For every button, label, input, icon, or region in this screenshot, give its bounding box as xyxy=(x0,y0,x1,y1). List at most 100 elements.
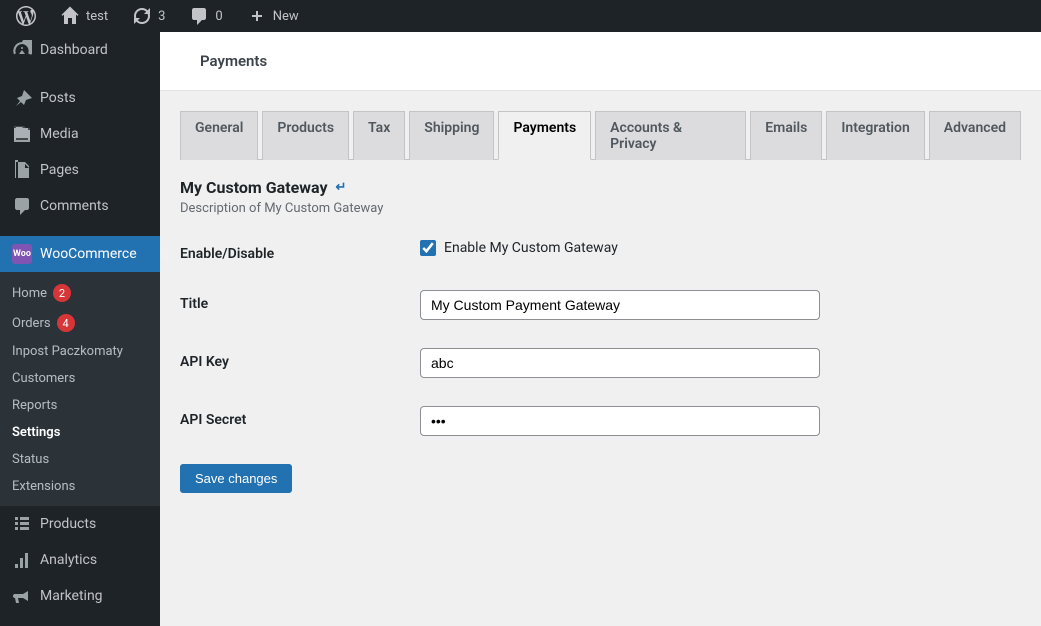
enable-checkbox[interactable] xyxy=(420,240,436,256)
sidebar-item-posts[interactable]: Posts xyxy=(0,80,160,116)
submenu-label: Orders xyxy=(12,316,51,331)
comments-icon xyxy=(12,196,32,216)
tab-label: Payments xyxy=(513,120,576,136)
settings-tabs: General Products Tax Shipping Payments A… xyxy=(180,111,1021,160)
pages-icon xyxy=(12,160,32,180)
submenu-item-orders[interactable]: Orders 4 xyxy=(0,308,160,338)
tab-emails[interactable]: Emails xyxy=(750,111,822,160)
media-icon xyxy=(12,124,32,144)
title-input[interactable] xyxy=(420,290,820,320)
submenu-item-settings[interactable]: Settings xyxy=(0,419,160,446)
enable-checkbox-label[interactable]: Enable My Custom Gateway xyxy=(420,240,1021,256)
page-header: Payments xyxy=(160,32,1041,91)
sidebar-item-label: Analytics xyxy=(40,552,97,568)
back-link-icon[interactable]: ↵ xyxy=(336,180,347,195)
update-icon xyxy=(132,6,152,26)
tab-general[interactable]: General xyxy=(180,111,258,160)
main-content: Payments General Products Tax Shipping P… xyxy=(160,32,1041,626)
submenu-label: Settings xyxy=(12,425,60,440)
submenu-item-inpost[interactable]: Inpost Paczkomaty xyxy=(0,338,160,365)
comments-icon xyxy=(189,6,209,26)
submenu-label: Extensions xyxy=(12,479,75,494)
apikey-input[interactable] xyxy=(420,348,820,378)
comments-count: 0 xyxy=(215,9,222,24)
submenu-item-extensions[interactable]: Extensions xyxy=(0,473,160,500)
sidebar-item-dashboard[interactable]: Dashboard xyxy=(0,32,160,68)
badge-count: 2 xyxy=(53,284,71,302)
site-name-link[interactable]: test xyxy=(52,0,116,32)
tab-products[interactable]: Products xyxy=(262,111,349,160)
tab-advanced[interactable]: Advanced xyxy=(929,111,1021,160)
site-name: test xyxy=(86,9,108,24)
tab-label: Advanced xyxy=(944,120,1006,136)
submenu-label: Reports xyxy=(12,398,57,413)
admin-toolbar: test 3 0 New xyxy=(0,0,1041,32)
submenu-label: Customers xyxy=(12,371,75,386)
pin-icon xyxy=(12,88,32,108)
submenu-item-reports[interactable]: Reports xyxy=(0,392,160,419)
products-icon xyxy=(12,514,32,534)
tab-payments[interactable]: Payments xyxy=(498,111,591,160)
submenu-label: Status xyxy=(12,452,49,467)
save-button[interactable]: Save changes xyxy=(180,464,292,493)
tab-shipping[interactable]: Shipping xyxy=(409,111,494,160)
tab-label: General xyxy=(195,120,243,136)
sidebar-item-media[interactable]: Media xyxy=(0,116,160,152)
sidebar-item-woocommerce[interactable]: Woo WooCommerce xyxy=(0,236,160,272)
save-button-label: Save changes xyxy=(195,471,277,486)
sidebar-item-label: Marketing xyxy=(40,588,103,604)
field-label-apikey: API Key xyxy=(180,348,420,370)
tab-integration[interactable]: Integration xyxy=(826,111,924,160)
megaphone-icon xyxy=(12,586,32,606)
tab-label: Shipping xyxy=(424,120,479,136)
submenu-label: Inpost Paczkomaty xyxy=(12,344,123,359)
sidebar-item-products[interactable]: Products xyxy=(0,506,160,542)
sidebar-item-label: Comments xyxy=(40,198,109,214)
section-title-text: My Custom Gateway xyxy=(180,178,328,197)
submenu-item-home[interactable]: Home 2 xyxy=(0,278,160,308)
badge-count: 4 xyxy=(57,314,75,332)
new-label: New xyxy=(273,9,299,24)
sidebar-item-label: WooCommerce xyxy=(40,246,137,262)
submenu-item-customers[interactable]: Customers xyxy=(0,365,160,392)
wp-logo[interactable] xyxy=(8,0,44,32)
sidebar-item-label: Posts xyxy=(40,90,76,106)
sidebar-item-analytics[interactable]: Analytics xyxy=(0,542,160,578)
admin-sidebar: Dashboard Posts Media Pages Comments Woo… xyxy=(0,32,160,626)
field-label-enable: Enable/Disable xyxy=(180,240,420,262)
field-label-apisecret: API Secret xyxy=(180,406,420,428)
wordpress-icon xyxy=(16,6,36,26)
settings-form: Enable/Disable Enable My Custom Gateway … xyxy=(180,240,1021,436)
sidebar-item-label: Dashboard xyxy=(40,42,108,58)
sidebar-item-comments[interactable]: Comments xyxy=(0,188,160,224)
page-title: Payments xyxy=(200,52,267,70)
field-label-title: Title xyxy=(180,290,420,312)
sidebar-item-label: Media xyxy=(40,126,79,142)
submenu-item-status[interactable]: Status xyxy=(0,446,160,473)
new-content-link[interactable]: New xyxy=(239,0,307,32)
apisecret-input[interactable] xyxy=(420,406,820,436)
section-description: Description of My Custom Gateway xyxy=(180,201,1021,216)
home-icon xyxy=(60,6,80,26)
section-title: My Custom Gateway ↵ xyxy=(180,178,1021,197)
tab-label: Integration xyxy=(841,120,909,136)
tab-label: Tax xyxy=(368,120,390,136)
tab-label: Accounts & Privacy xyxy=(610,120,682,152)
sidebar-item-pages[interactable]: Pages xyxy=(0,152,160,188)
woocommerce-icon: Woo xyxy=(12,244,32,264)
plus-icon xyxy=(247,6,267,26)
tab-label: Products xyxy=(277,120,334,136)
checkbox-text: Enable My Custom Gateway xyxy=(444,240,618,256)
tab-tax[interactable]: Tax xyxy=(353,111,405,160)
comments-link[interactable]: 0 xyxy=(181,0,230,32)
woocommerce-submenu: Home 2 Orders 4 Inpost Paczkomaty Custom… xyxy=(0,272,160,506)
sidebar-item-label: Products xyxy=(40,516,96,532)
tab-label: Emails xyxy=(765,120,807,136)
submenu-label: Home xyxy=(12,286,47,301)
tab-accounts[interactable]: Accounts & Privacy xyxy=(595,111,746,160)
sidebar-item-marketing[interactable]: Marketing xyxy=(0,578,160,614)
updates-count: 3 xyxy=(158,9,165,24)
analytics-icon xyxy=(12,550,32,570)
dashboard-icon xyxy=(12,40,32,60)
updates-link[interactable]: 3 xyxy=(124,0,173,32)
